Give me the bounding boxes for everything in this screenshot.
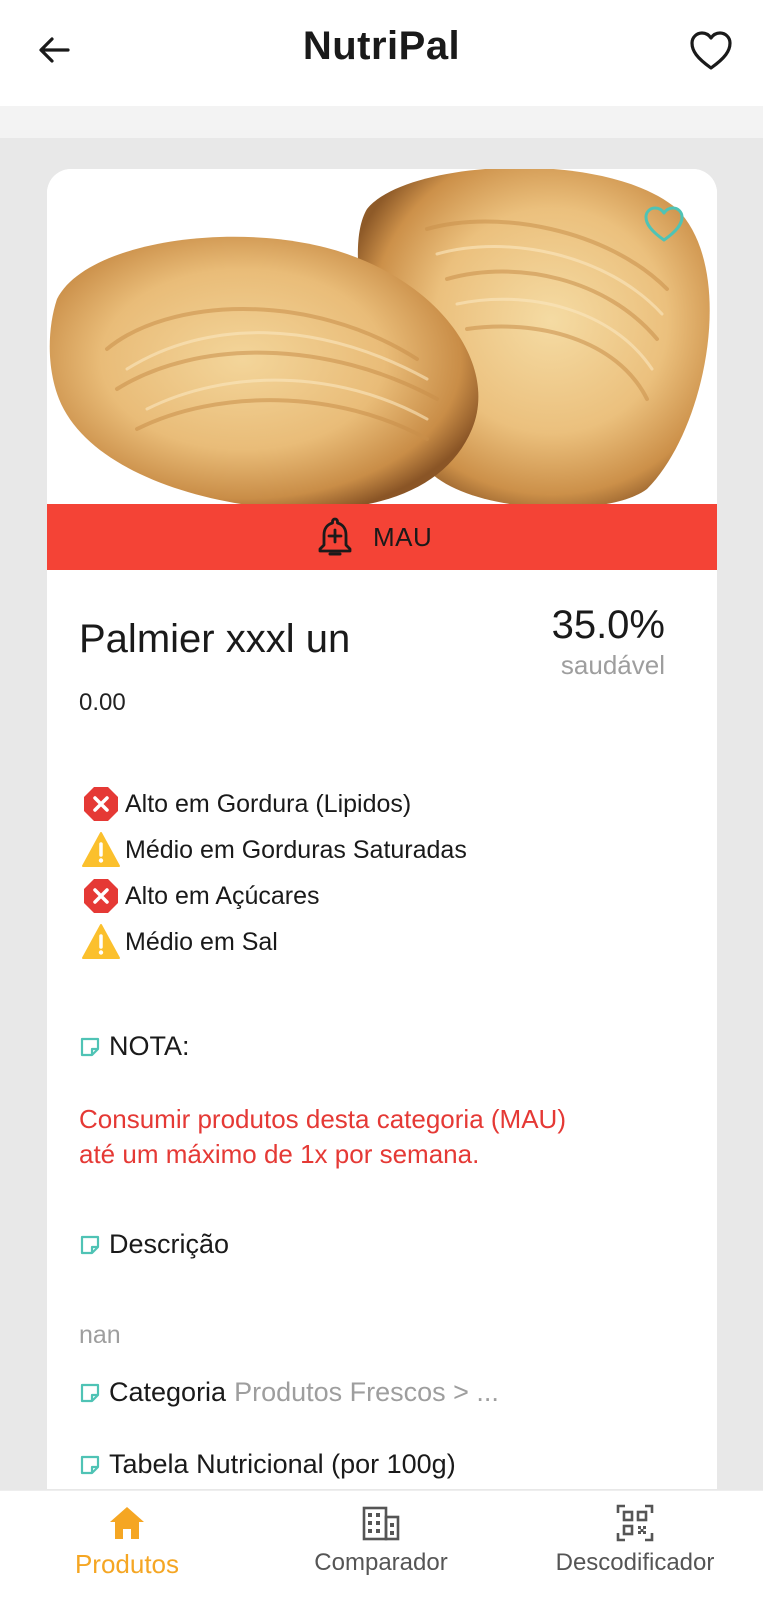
nav-tab-produtos[interactable]: Produtos (27, 1503, 227, 1580)
rating-banner: MAU (47, 504, 717, 570)
nav-tab-label: Descodificador (555, 1549, 715, 1576)
note-icon (80, 1383, 100, 1402)
nota-label: NOTA: (109, 1031, 190, 1061)
health-score-percent: 35.0% (551, 603, 665, 647)
x-circle-icon (84, 879, 118, 913)
product-card: MAU Palmier xxxl un 0.00 35.0% saudável … (47, 169, 717, 1489)
image-favorite-heart-icon[interactable] (643, 205, 685, 243)
categoria-section[interactable]: Categoria Produtos Frescos > ... (79, 1377, 499, 1408)
nav-tab-descodificador[interactable]: Descodificador (535, 1503, 735, 1577)
nav-tab-comparador[interactable]: Comparador (281, 1503, 481, 1577)
bell-plus-icon (318, 517, 352, 556)
descricao-label: Descrição (109, 1229, 230, 1259)
building-icon (362, 1506, 400, 1541)
note-icon (80, 1037, 100, 1056)
warning-item: Alto em Açúcares (81, 873, 467, 919)
app-bar: NutriPal (0, 0, 763, 106)
nota-text: Consumir produtos desta categoria (MAU) … (79, 1104, 566, 1169)
warning-text: Médio em Gorduras Saturadas (125, 835, 467, 864)
warning-item: Alto em Gordura (Lipidos) (81, 781, 467, 827)
warning-triangle-icon (82, 924, 120, 959)
health-score: 35.0% saudável (465, 603, 665, 681)
warning-text: Médio em Sal (125, 927, 278, 956)
note-icon (80, 1455, 100, 1474)
product-image (47, 169, 717, 504)
qr-code-icon (616, 1504, 654, 1542)
warning-item: Médio em Sal (81, 919, 467, 965)
warning-triangle-icon (82, 832, 120, 867)
warning-text: Alto em Gordura (Lipidos) (125, 789, 412, 818)
nutrient-warnings-list: Alto em Gordura (Lipidos) Médio em Gordu… (81, 781, 467, 965)
categoria-value: Produtos Frescos > ... (234, 1377, 499, 1407)
nav-tab-label: Produtos (74, 1549, 180, 1579)
bottom-navigation: Produtos Comparador Descodificador (0, 1490, 763, 1600)
palmier-pastry-image (49, 169, 710, 504)
x-circle-icon (84, 787, 118, 821)
health-score-label: saudável (560, 650, 665, 680)
tabela-nutricional-section[interactable]: Tabela Nutricional (por 100g) (79, 1449, 456, 1480)
tabela-nutricional-label: Tabela Nutricional (por 100g) (109, 1449, 456, 1479)
home-icon (110, 1507, 144, 1539)
descricao-value: nan (79, 1321, 121, 1349)
descricao-section-header: Descrição (79, 1229, 229, 1260)
product-price: 0.00 (79, 689, 126, 716)
nota-section-header: NOTA: (79, 1031, 190, 1062)
nav-tab-label: Comparador (314, 1549, 448, 1576)
subheader-strip (0, 106, 763, 138)
note-icon (80, 1235, 100, 1254)
page-title: NutriPal (302, 24, 461, 68)
rating-label: MAU (373, 522, 433, 552)
favorite-heart-icon[interactable] (689, 30, 733, 72)
categoria-label: Categoria (109, 1377, 227, 1407)
warning-text: Alto em Açúcares (125, 881, 320, 910)
product-name: Palmier xxxl un (79, 617, 351, 661)
warning-item: Médio em Gorduras Saturadas (81, 827, 467, 873)
